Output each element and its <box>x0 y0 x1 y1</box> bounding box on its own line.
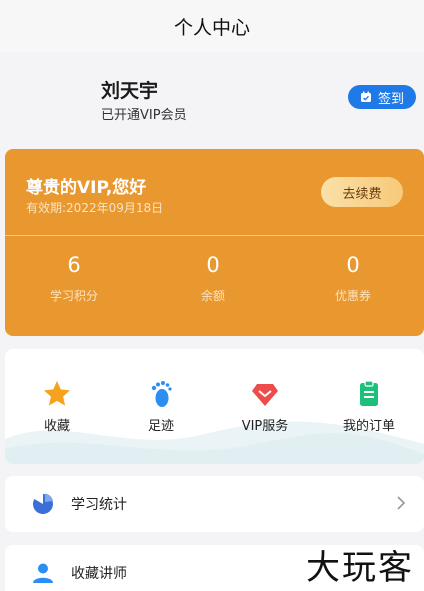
pie-chart-icon <box>32 493 53 514</box>
top-bar: 个人中心 <box>0 0 424 52</box>
vip-service-label: VIP服务 <box>241 419 289 434</box>
stat-coupons-value: 0 <box>346 253 360 277</box>
user-name: 刘天宇 <box>101 80 159 102</box>
vip-card: 尊贵的VIP,您好 有效期:2022年09月18日 去续费 6 学习积分 0 余… <box>5 149 424 336</box>
order-icon <box>360 380 378 406</box>
star-icon <box>44 381 70 406</box>
vip-service-button[interactable]: VIP服务 <box>225 379 305 434</box>
stat-points-label: 学习积分 <box>49 289 98 303</box>
chevron-right-icon <box>397 496 406 510</box>
footprints-label: 足迹 <box>147 419 174 434</box>
menu-label-study-stats: 学习统计 <box>71 497 127 513</box>
stat-coupons[interactable]: 0 优惠券 <box>308 253 398 304</box>
vip-expiry-date: 有效期:2022年09月18日 <box>26 201 164 215</box>
menu-label-favorite-teachers: 收藏讲师 <box>71 566 127 582</box>
vip-status-text: 已开通VIP会员 <box>101 108 187 123</box>
quick-actions-panel: 收藏 足迹 VIP服务 我的订单 <box>5 349 424 464</box>
vip-greeting: 尊贵的VIP,您好 <box>26 178 147 198</box>
footprints-button[interactable]: 足迹 <box>121 379 201 434</box>
checkin-button[interactable]: 签到 <box>348 85 416 109</box>
favorites-button[interactable]: 收藏 <box>17 379 97 434</box>
stat-points[interactable]: 6 学习积分 <box>29 253 119 304</box>
vip-card-divider <box>5 235 424 236</box>
my-orders-button[interactable]: 我的订单 <box>329 379 409 434</box>
watermark-text: 大玩客 <box>306 548 414 588</box>
my-orders-label: 我的订单 <box>342 419 395 434</box>
stat-balance-label: 余额 <box>200 289 225 303</box>
stat-balance[interactable]: 0 余额 <box>168 253 258 304</box>
profile-section: 刘天宇 已开通VIP会员 签到 <box>0 52 424 148</box>
stat-coupons-label: 优惠券 <box>334 289 371 303</box>
checkin-label: 签到 <box>377 91 404 107</box>
menu-item-study-stats[interactable]: 学习统计 <box>5 476 424 532</box>
stat-balance-value: 0 <box>206 253 220 277</box>
renew-button[interactable]: 去续费 <box>321 177 403 207</box>
footprint-icon <box>151 381 172 407</box>
favorites-label: 收藏 <box>43 419 70 434</box>
person-icon <box>33 563 53 583</box>
stat-points-value: 6 <box>67 253 81 277</box>
calendar-check-icon <box>360 91 371 102</box>
diamond-icon <box>252 384 278 406</box>
page-title: 个人中心 <box>173 16 250 39</box>
